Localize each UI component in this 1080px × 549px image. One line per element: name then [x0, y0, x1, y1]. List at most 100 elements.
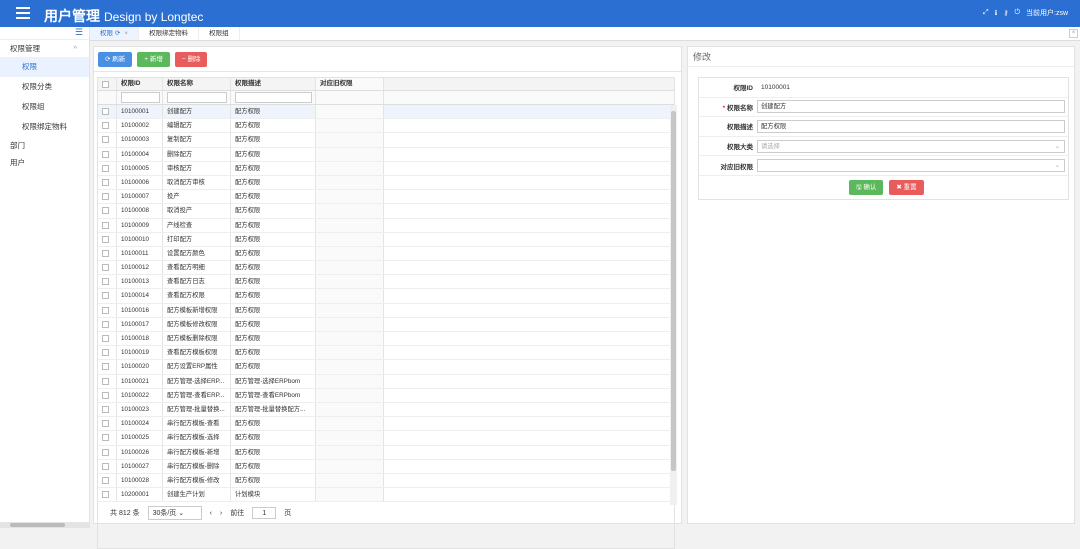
table-row[interactable]: 10100009 产线检查 配方权限: [98, 218, 674, 233]
row-checkbox[interactable]: [98, 473, 117, 488]
row-checkbox[interactable]: [98, 147, 117, 161]
table-row[interactable]: 10100014 查看配方权限 配方权限: [98, 289, 674, 304]
filter-id-input[interactable]: [121, 92, 161, 103]
filter-name-input[interactable]: [167, 92, 228, 103]
row-checkbox[interactable]: [98, 246, 117, 261]
tab-permission-group[interactable]: 权限组: [199, 27, 240, 40]
prev-page-icon[interactable]: ‹: [210, 510, 212, 517]
select-all-checkbox[interactable]: [98, 78, 117, 90]
table-row[interactable]: 10100021 配方管理-选择ERP... 配方管理-选择ERPbom: [98, 374, 674, 389]
table-row[interactable]: 10100013 查看配方日志 配方权限: [98, 275, 674, 290]
table-row[interactable]: 10100008 取消投产 配方权限: [98, 204, 674, 219]
table-row[interactable]: 10100012 查看配方明细 配方权限: [98, 261, 674, 276]
col-desc[interactable]: 权限描述: [231, 78, 316, 90]
info-icon[interactable]: ℹ: [995, 9, 998, 17]
sidebar-item-permission-group[interactable]: 权限组: [0, 97, 89, 117]
category-select[interactable]: 请选择 ⌄: [757, 139, 1065, 153]
table-row[interactable]: 10100025 串行配方模板-选择 配方权限: [98, 431, 674, 446]
row-checkbox[interactable]: [98, 133, 117, 147]
row-checkbox[interactable]: [98, 161, 117, 175]
fullscreen-icon[interactable]: ⤢: [983, 9, 989, 17]
table-row[interactable]: 10100023 配方管理-批量替换... 配方管理-批量替换配方...: [98, 402, 674, 418]
sidebar-scrollbar[interactable]: [0, 522, 90, 528]
row-checkbox[interactable]: [98, 402, 117, 417]
page-input[interactable]: 1: [252, 507, 277, 519]
next-page-icon[interactable]: ›: [220, 510, 222, 517]
table-row[interactable]: 10200001 创建生产计划 计划模块: [98, 488, 674, 503]
sidebar-item-permission-category[interactable]: 权限分类: [0, 77, 89, 97]
table-scrollbar[interactable]: [670, 105, 677, 505]
row-checkbox[interactable]: [98, 218, 117, 232]
table-row[interactable]: 10100017 配方模板修改权限 配方权限: [98, 317, 674, 332]
row-checkbox[interactable]: [98, 346, 117, 360]
table-row[interactable]: 10100003 复制配方 配方权限: [98, 133, 674, 148]
table-row[interactable]: 10100022 配方管理-查看ERP... 配方管理-查看ERPbom: [98, 388, 674, 403]
sidebar-group-user[interactable]: 用户: [0, 154, 89, 171]
row-checkbox[interactable]: [98, 374, 117, 388]
sidebar-item-permission-material[interactable]: 权限绑定物料: [0, 117, 89, 137]
row-checkbox[interactable]: [98, 190, 117, 204]
refresh-button[interactable]: ⟳ 刷新: [98, 52, 133, 67]
table-row[interactable]: 10100016 配方模板新增权限 配方权限: [98, 303, 674, 318]
table-row[interactable]: 10100019 查看配方模板权限 配方权限: [98, 346, 674, 361]
old-permission-select[interactable]: ⌄: [757, 159, 1065, 173]
tab-permission[interactable]: 权限 ⟳ ×: [90, 27, 140, 40]
table-row[interactable]: 10100018 配方模板删除权限 配方权限: [98, 332, 674, 347]
row-checkbox[interactable]: [98, 289, 117, 303]
row-checkbox[interactable]: [98, 332, 117, 346]
confirm-button[interactable]: 🖫 确认: [849, 180, 884, 195]
row-checkbox[interactable]: [98, 317, 117, 331]
row-checkbox[interactable]: [98, 303, 117, 317]
close-all-tabs-icon[interactable]: ×: [1069, 29, 1078, 38]
key-icon[interactable]: ⚷: [1003, 9, 1008, 17]
table-row[interactable]: 10100020 配方设置ERP属性 配方权限: [98, 360, 674, 375]
sidebar-group-department[interactable]: 部门: [0, 137, 89, 154]
row-checkbox[interactable]: [98, 275, 117, 289]
cell-old: [316, 289, 384, 303]
table-row[interactable]: 10100007 投产 配方权限: [98, 190, 674, 205]
table-row[interactable]: 10100001 创建配方 配方权限: [98, 105, 674, 120]
table-row[interactable]: 10100006 取消配方审核 配方权限: [98, 175, 674, 191]
table-row[interactable]: 10100028 串行配方模板-修改 配方权限: [98, 473, 674, 489]
table-row[interactable]: 10100004 删除配方 配方权限: [98, 147, 674, 162]
filter-desc-input[interactable]: [235, 92, 312, 103]
table-row[interactable]: 10100024 串行配方模板-查看 配方权限: [98, 417, 674, 432]
name-input[interactable]: 创建配方: [757, 100, 1065, 114]
row-checkbox[interactable]: [98, 232, 117, 246]
row-checkbox[interactable]: [98, 388, 117, 402]
row-checkbox[interactable]: [98, 175, 117, 190]
close-icon[interactable]: ×: [124, 30, 128, 37]
delete-button[interactable]: − 删除: [174, 52, 208, 67]
table-row[interactable]: 10100010 打印配方 配方权限: [98, 232, 674, 247]
row-checkbox[interactable]: [98, 119, 117, 133]
refresh-icon[interactable]: ⟳: [115, 30, 120, 37]
sidebar-item-permission[interactable]: 权限: [0, 57, 89, 77]
desc-input[interactable]: 配方权限: [757, 119, 1065, 133]
row-checkbox[interactable]: [98, 204, 117, 218]
table-row[interactable]: 10100026 串行配方模板-新增 配方权限: [98, 445, 674, 460]
row-checkbox[interactable]: [98, 488, 117, 502]
col-old[interactable]: 对应旧权限: [316, 78, 384, 90]
add-button[interactable]: + 新增: [137, 52, 170, 67]
table-row[interactable]: 10100027 串行配方模板-删除 配方权限: [98, 459, 674, 474]
row-checkbox[interactable]: [98, 445, 117, 459]
menu-icon[interactable]: [16, 7, 30, 19]
row-checkbox[interactable]: [98, 417, 117, 431]
page-size-select[interactable]: 30条/页 ⌄: [147, 506, 202, 520]
tab-permission-material[interactable]: 权限绑定物料: [139, 27, 200, 40]
row-checkbox[interactable]: [98, 431, 117, 445]
sidebar-group-permission[interactable]: 权限管理 ^: [0, 40, 89, 57]
table-row[interactable]: 10100011 设置配方颜色 配方权限: [98, 246, 674, 262]
row-checkbox[interactable]: [98, 459, 117, 473]
row-checkbox[interactable]: [98, 261, 117, 275]
table-row[interactable]: 10100005 审核配方 配方权限: [98, 161, 674, 176]
col-id[interactable]: 权限ID: [117, 78, 163, 90]
sidebar-toggle-icon[interactable]: ☰: [0, 27, 89, 40]
row-checkbox[interactable]: [98, 360, 117, 374]
row-checkbox[interactable]: [98, 105, 117, 119]
table-row[interactable]: 10100002 编辑配方 配方权限: [98, 119, 674, 134]
power-icon[interactable]: ⏻: [1014, 9, 1020, 17]
reset-button[interactable]: ✖ 重置: [889, 180, 924, 195]
cell-id: 10100007: [117, 190, 163, 204]
col-name[interactable]: 权限名称: [163, 78, 231, 90]
